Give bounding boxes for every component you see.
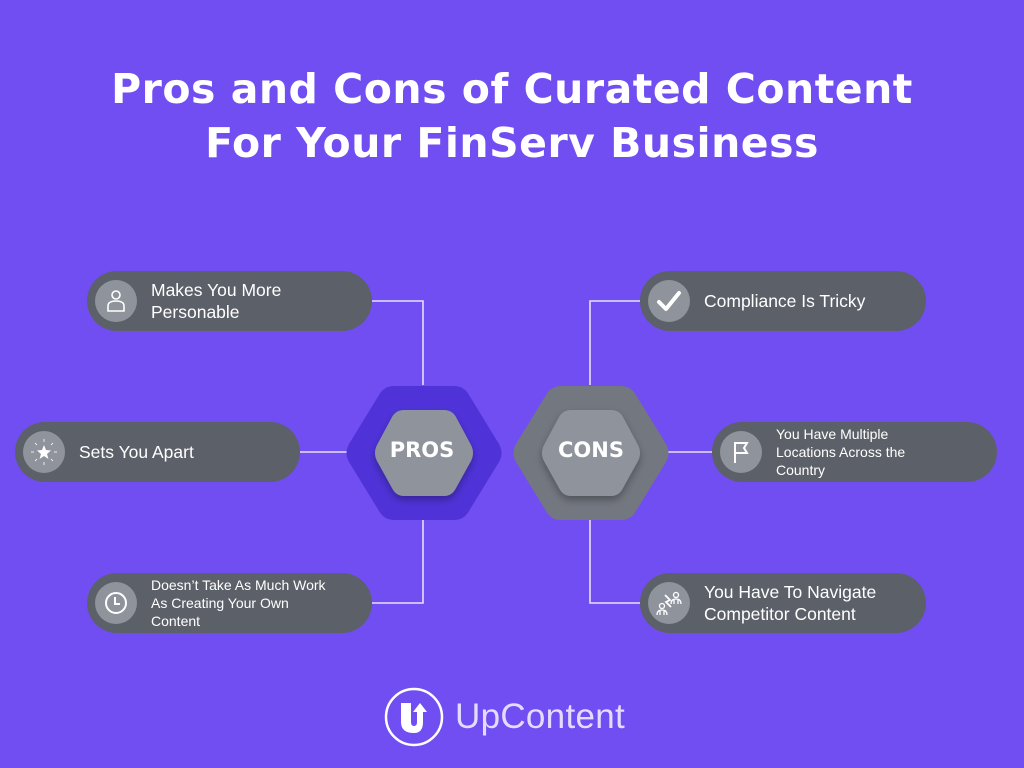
upcontent-logo-icon	[384, 687, 444, 747]
upcontent-logo: UpContent	[383, 686, 625, 748]
checkmark-icon	[648, 280, 690, 322]
pros-label: PROS	[389, 438, 455, 462]
con-item-label: You Have To Navigate Competitor Content	[704, 582, 877, 624]
con-item-locations: You Have Multiple Locations Across the C…	[712, 422, 997, 482]
pro-item-label: Doesn’t Take As Much Work As Creating Yo…	[151, 577, 326, 629]
con-item-compliance: Compliance Is Tricky	[640, 271, 926, 331]
connector-pros-top	[372, 300, 424, 385]
connector-cons-top	[589, 300, 640, 385]
pro-item-sets-apart: Sets You Apart	[15, 422, 300, 482]
connector-cons-bottom	[589, 520, 640, 604]
person-icon	[95, 280, 137, 322]
upcontent-wordmark: UpContent	[455, 697, 626, 736]
con-item-label: You Have Multiple Locations Across the C…	[776, 426, 906, 478]
pro-item-label: Makes You More Personable	[151, 280, 282, 322]
cons-label: CONS	[558, 438, 624, 462]
competitors-icon	[648, 582, 690, 624]
connector-pros-bottom	[372, 520, 424, 604]
star-burst-icon	[23, 431, 65, 473]
pro-item-label: Sets You Apart	[79, 442, 194, 462]
clock-icon	[95, 582, 137, 624]
con-item-competitors: You Have To Navigate Competitor Content	[640, 573, 926, 633]
pro-item-personable: Makes You More Personable	[87, 271, 372, 331]
pro-item-less-work: Doesn’t Take As Much Work As Creating Yo…	[87, 573, 372, 633]
con-item-label: Compliance Is Tricky	[704, 291, 866, 311]
flag-icon	[720, 431, 762, 473]
